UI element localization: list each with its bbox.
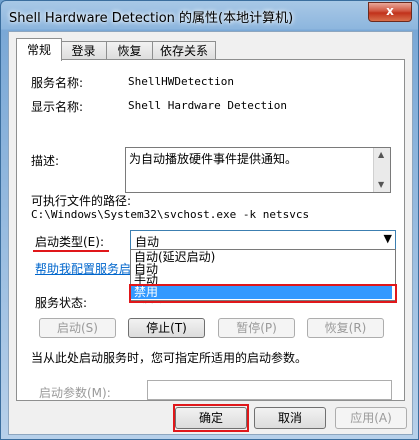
description-scrollbar[interactable]: ▲ ▼ [373, 148, 390, 192]
display-name-label: 显示名称: [31, 100, 84, 114]
apply-button[interactable]: 应用(A) [335, 407, 407, 429]
exe-path-label: 可执行文件的路径: [31, 194, 132, 208]
start-params-hint: 当从此处启动服务时，您可指定所适用的启动参数。 [31, 351, 308, 365]
startup-type-value: 自动 [135, 235, 160, 249]
general-panel: 服务名称: ShellHWDetection 显示名称: Shell Hardw… [16, 59, 405, 401]
start-params-label: 启动参数(M): [39, 386, 111, 400]
dialog-client: 常规 登录 恢复 依存关系 服务名称: ShellHWDetection 显示名… [8, 31, 413, 435]
description-value: 为自动播放硬件事件提供通知。 [129, 152, 298, 166]
description-label: 描述: [31, 154, 60, 168]
properties-window: Shell Hardware Detection 的属性(本地计算机) x 常规… [0, 0, 419, 440]
service-name-value: ShellHWDetection [128, 75, 234, 88]
startup-type-label: 启动类型(E): [35, 235, 104, 249]
tab-logon[interactable]: 登录 [60, 41, 107, 60]
tab-dependencies[interactable]: 依存关系 [152, 41, 216, 60]
resume-button[interactable]: 恢复(R) [307, 318, 384, 338]
pause-button[interactable]: 暂停(P) [218, 318, 295, 338]
scroll-up-icon[interactable]: ▲ [378, 150, 384, 159]
help-configure-link[interactable]: 帮助我配置服务启 [35, 260, 131, 277]
display-name-value: Shell Hardware Detection [128, 99, 287, 112]
service-status-label: 服务状态: [35, 296, 88, 310]
service-name-label: 服务名称: [31, 76, 84, 90]
stop-button[interactable]: 停止(T) [128, 318, 205, 338]
selected-option-highlight [129, 284, 397, 303]
description-box[interactable]: 为自动播放硬件事件提供通知。 ▲ ▼ [125, 147, 391, 193]
close-button[interactable]: x [368, 2, 412, 22]
ok-button-highlight [173, 404, 249, 432]
title-bar: Shell Hardware Detection 的属性(本地计算机) x [1, 1, 418, 31]
tab-recovery[interactable]: 恢复 [106, 41, 153, 60]
startup-type-select[interactable]: 自动 ▼ [130, 230, 396, 250]
close-icon: x [386, 4, 394, 18]
exe-path-value: C:\Windows\System32\svchost.exe -k netsv… [31, 208, 310, 221]
tab-general[interactable]: 常规 [16, 38, 62, 61]
window-title: Shell Hardware Detection 的属性(本地计算机) [9, 11, 294, 26]
scroll-down-icon[interactable]: ▼ [378, 180, 384, 189]
start-params-input[interactable] [147, 380, 392, 400]
start-button[interactable]: 启动(S) [39, 318, 116, 338]
cancel-button[interactable]: 取消 [254, 407, 326, 429]
startup-type-dropdown: 自动(延迟启动) 自动 手动 禁用 [129, 249, 397, 303]
chevron-down-icon[interactable]: ▼ [384, 232, 392, 245]
startup-type-underline [33, 250, 109, 252]
